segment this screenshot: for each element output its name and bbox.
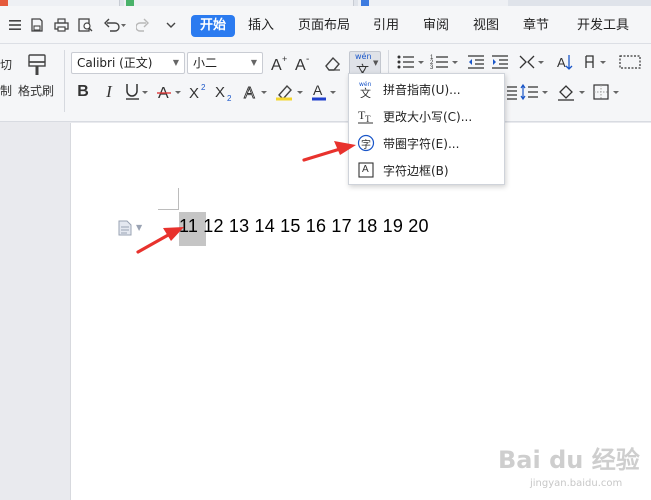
highlight-color-icon[interactable] [274,82,306,102]
superscript-icon[interactable]: X2 [188,82,210,102]
document-body-text[interactable]: 11 12 13 14 15 16 17 18 19 20 [179,216,429,237]
ribbon-divider [64,50,65,112]
print-icon[interactable] [52,16,70,34]
menu-icon[interactable] [6,16,24,34]
menu-bar: 开始 插入 页面布局 引用 审阅 视图 章节 开发工具 [0,6,651,44]
cut-button-label[interactable]: 切 [0,56,12,73]
font-name-select[interactable]: Calibri (正文) ▼ [71,52,185,74]
menu-item-change-case[interactable]: TT 更改大小写(C)... [349,104,504,128]
tab-review[interactable]: 审阅 [418,15,454,37]
paragraph-layout-icon[interactable] [118,220,132,236]
copy-button-label[interactable]: 制 [0,82,12,99]
font-size-select[interactable]: 小二 ▼ [187,52,263,74]
tab-sections[interactable]: 章节 [518,15,554,37]
font-size-value: 小二 [193,56,218,70]
tab-references[interactable]: 引用 [368,15,404,37]
svg-text:A: A [295,57,306,73]
menu-item-enclosed-character[interactable]: 字 带圈字符(E)... [349,131,504,155]
character-border-glyph: A [362,164,369,175]
borders-icon[interactable] [592,82,622,102]
svg-text:+: + [282,54,287,64]
redo-icon[interactable] [134,16,152,34]
customize-quick-access-icon[interactable] [162,16,180,34]
page-corner-mark [178,188,179,210]
print-preview-icon[interactable] [76,16,94,34]
tab-insert[interactable]: 插入 [243,15,279,37]
menu-item-label: 拼音指南(U)... [383,83,461,97]
italic-icon[interactable]: I [100,82,118,102]
strikethrough-icon[interactable]: A [156,82,184,102]
bold-icon[interactable]: B [74,82,92,102]
decrease-font-size-icon[interactable]: A- [294,52,314,74]
svg-text:X: X [189,85,199,102]
svg-text:A: A [244,85,255,102]
text-direction-icon[interactable] [518,52,548,72]
menu-item-pinyin-guide[interactable]: wén 文 拼音指南(U)... [349,77,504,101]
sort-icon[interactable]: A [555,52,575,72]
tab-view[interactable]: 视图 [468,15,504,37]
svg-text:2: 2 [201,83,206,92]
numbered-list-icon[interactable]: 123 [430,52,460,72]
table-icon[interactable] [618,52,642,72]
show-hide-marks-icon[interactable] [582,52,612,72]
shading-icon[interactable] [556,82,588,102]
pinyin-guide-dropdown-menu: wén 文 拼音指南(U)... TT 更改大小写(C)... 字 带圈字符(E)… [348,73,505,185]
svg-text:2: 2 [227,94,232,102]
chevron-down-icon: ▼ [250,58,257,67]
format-painter-icon[interactable] [24,52,50,78]
increase-font-size-icon[interactable]: A + [270,52,290,74]
chevron-down-icon[interactable]: ▼ [136,223,142,232]
align-justify-icon[interactable] [505,82,519,102]
svg-text:-: - [306,54,309,65]
save-icon[interactable] [28,16,46,34]
font-color-icon[interactable]: A [310,82,338,102]
tab-page-layout[interactable]: 页面布局 [295,15,353,37]
character-border-icon: A [357,161,375,179]
enclosed-character-glyph: 字 [361,140,371,151]
pinyin-guide-icon: wén 文 [357,80,375,100]
page-corner-mark [158,209,179,210]
menu-item-label: 字符边框(B) [383,164,449,178]
baidu-jingyan-watermark-logo: Bai du 经验 [498,446,640,474]
menu-item-label: 更改大小写(C)... [383,110,473,124]
menu-item-character-border[interactable]: A 字符边框(B) [349,158,504,182]
undo-icon[interactable] [102,16,128,34]
enclosed-character-icon: 字 [357,134,375,152]
pinyin-guide-button[interactable]: wén 文 ▼ [349,51,381,79]
chevron-down-icon: ▼ [172,58,179,67]
watermark-url: jingyan.baidu.com [530,478,623,489]
line-spacing-icon[interactable] [520,82,550,102]
clear-formatting-icon[interactable] [322,52,344,74]
tab-home[interactable]: 开始 [191,15,235,37]
ribbon-toolbar: 切 制 格式刷 Calibri (正文) ▼ 小二 ▼ A + A- wén 文 … [0,44,651,122]
increase-indent-icon[interactable] [490,52,510,72]
menu-item-label: 带圈字符(E)... [383,137,460,151]
svg-text:3: 3 [430,65,434,71]
decrease-indent-icon[interactable] [466,52,486,72]
change-case-icon: TT [357,107,375,125]
subscript-icon[interactable]: X2 [214,82,236,102]
svg-text:A: A [557,55,566,70]
svg-text:A: A [313,82,323,98]
svg-text:A: A [271,57,282,73]
svg-text:X: X [215,84,225,101]
svg-text:文: 文 [360,86,371,98]
tab-developer-tools[interactable]: 开发工具 [573,15,633,37]
underline-icon[interactable] [124,82,150,102]
text-effect-icon[interactable]: A [242,82,270,102]
format-painter-button[interactable]: 格式刷 [18,82,54,99]
chevron-down-icon: ▼ [373,59,379,67]
font-name-value: Calibri (正文) [77,56,153,70]
bullet-list-icon[interactable] [396,52,426,72]
